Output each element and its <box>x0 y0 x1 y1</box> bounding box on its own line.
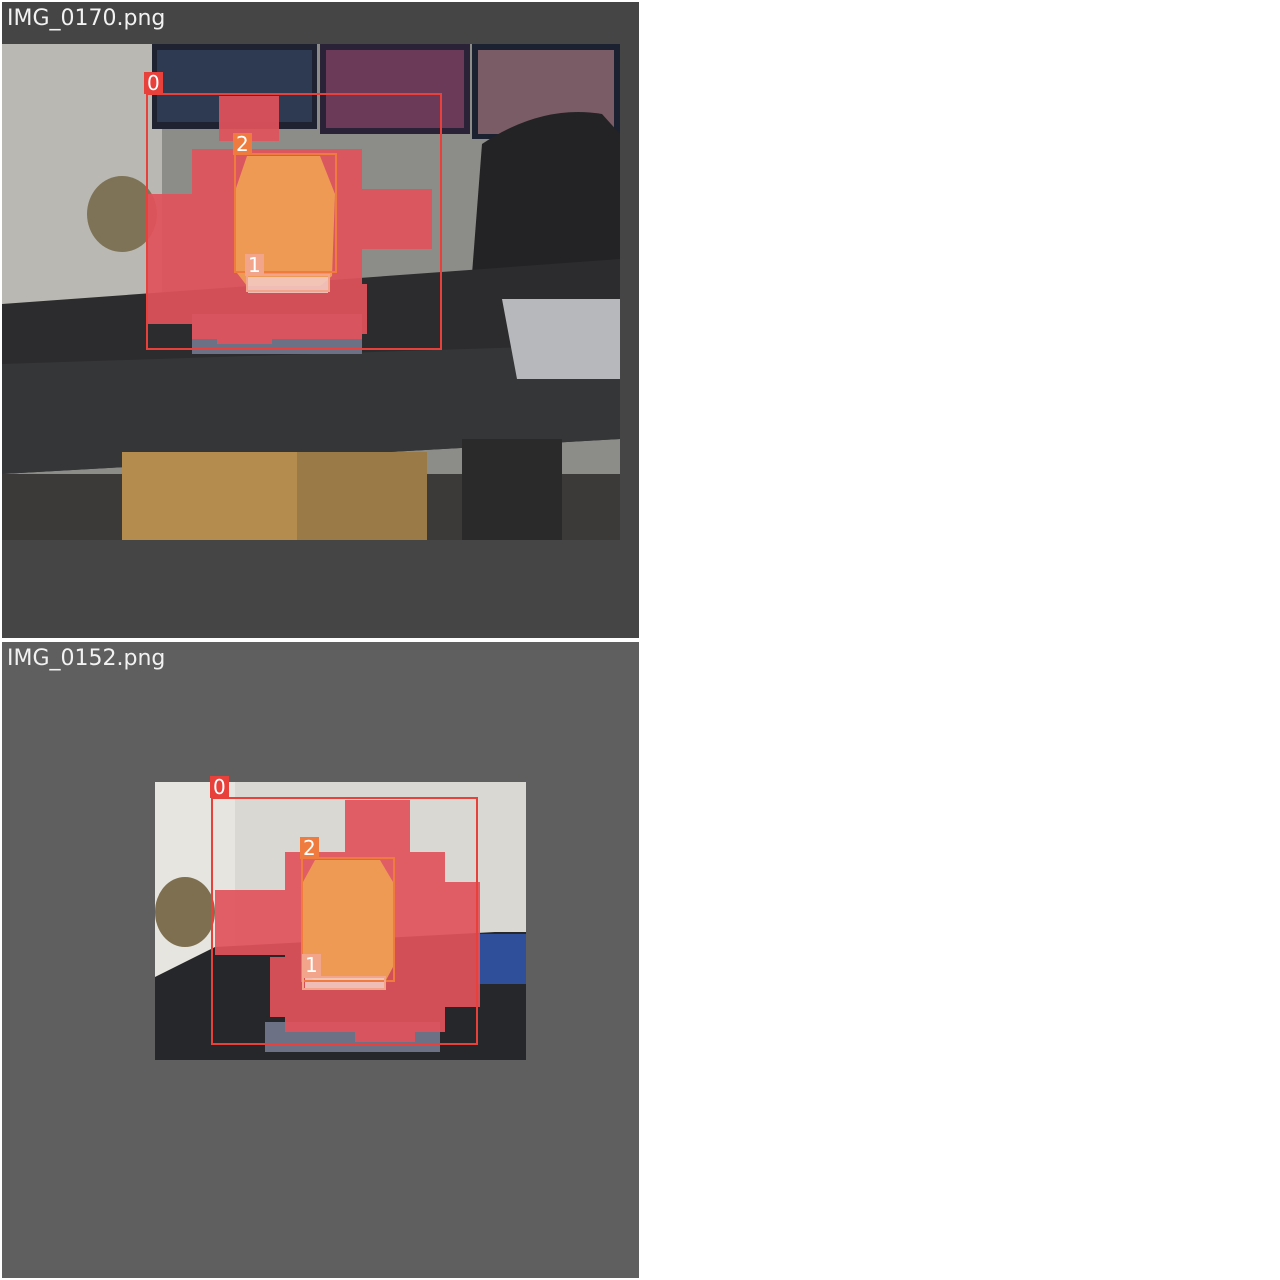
bbox-1[interactable] <box>302 976 386 990</box>
bbox-1-label: 1 <box>245 254 264 276</box>
image-tile-1[interactable]: IMG_0170.png 0 2 1 <box>2 2 639 638</box>
bbox-0-label: 0 <box>210 776 229 798</box>
bbox-0-label: 0 <box>144 72 163 94</box>
tile-filename: IMG_0170.png <box>7 6 166 31</box>
image-tile-2[interactable]: IMG_0152.png 0 2 1 <box>2 642 639 1278</box>
bbox-2-label: 2 <box>233 133 252 155</box>
bbox-1-label: 1 <box>302 954 321 976</box>
bbox-2-label: 2 <box>300 837 319 859</box>
tile-filename: IMG_0152.png <box>7 646 166 671</box>
